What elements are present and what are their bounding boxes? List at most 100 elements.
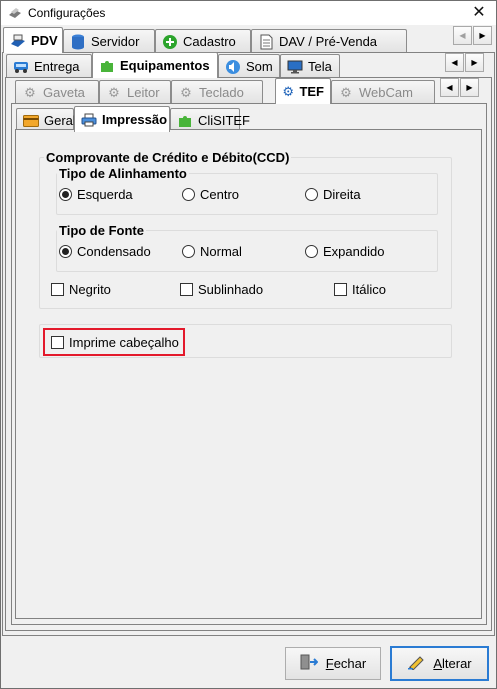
fechar-button[interactable]: Fechar bbox=[285, 647, 381, 680]
checkbox-negrito[interactable]: Negrito bbox=[51, 282, 111, 297]
equip-tab-row: ⚙ Gaveta ⚙ Leitor ⚙ Teclado ⚙ TEF ⚙ WebC… bbox=[15, 78, 435, 104]
tab-label: Impressão bbox=[102, 112, 168, 127]
pdv-tab-scroll: ◀ ▶ bbox=[445, 53, 484, 72]
scroll-left-icon[interactable]: ◀ bbox=[440, 78, 459, 97]
tab-teclado[interactable]: ⚙ Teclado bbox=[171, 80, 263, 104]
tab-equipamentos[interactable]: Equipamentos bbox=[92, 52, 218, 78]
gear-icon: ⚙ bbox=[340, 84, 352, 100]
tab-cadastro[interactable]: Cadastro bbox=[155, 29, 251, 53]
option-label: Negrito bbox=[69, 282, 111, 297]
font-group-title: Tipo de Fonte bbox=[57, 223, 146, 238]
checkbox[interactable] bbox=[51, 336, 64, 349]
tab-label: TEF bbox=[299, 84, 324, 99]
radio-normal[interactable]: Normal bbox=[182, 244, 242, 259]
tab-label: Entrega bbox=[34, 59, 80, 74]
tab-leitor[interactable]: ⚙ Leitor bbox=[99, 80, 171, 104]
tab-label: Equipamentos bbox=[120, 58, 210, 73]
ccd-group-title: Comprovante de Crédito e Débito(CCD) bbox=[44, 150, 292, 165]
option-label: Esquerda bbox=[77, 187, 133, 202]
checkbox-sublinhado[interactable]: Sublinhado bbox=[180, 282, 263, 297]
tab-label: Leitor bbox=[127, 85, 160, 100]
option-label: Imprime cabeçalho bbox=[69, 335, 179, 350]
monitor-icon bbox=[287, 59, 303, 75]
radio-button-checked[interactable] bbox=[59, 188, 72, 201]
radio-esquerda[interactable]: Esquerda bbox=[59, 187, 133, 202]
radio-centro[interactable]: Centro bbox=[182, 187, 239, 202]
tab-tela[interactable]: Tela bbox=[280, 54, 340, 78]
option-label: Itálico bbox=[352, 282, 386, 297]
option-label: Expandido bbox=[323, 244, 385, 259]
alterar-button[interactable]: Alterar bbox=[390, 646, 489, 681]
title-bar: Configurações ✕ bbox=[1, 1, 496, 25]
checkbox[interactable] bbox=[180, 283, 193, 296]
gear-icon: ⚙ bbox=[282, 83, 295, 99]
option-label: Condensado bbox=[77, 244, 151, 259]
tab-label: Som bbox=[246, 59, 273, 74]
server-icon bbox=[70, 34, 86, 50]
radio-button[interactable] bbox=[182, 188, 195, 201]
exit-door-icon bbox=[300, 654, 319, 673]
checkbox[interactable] bbox=[334, 283, 347, 296]
tab-label: Tela bbox=[308, 59, 332, 74]
radio-direita[interactable]: Direita bbox=[305, 187, 361, 202]
tab-label: Servidor bbox=[91, 34, 140, 49]
puzzle-icon bbox=[99, 58, 115, 74]
tab-webcam[interactable]: ⚙ WebCam bbox=[331, 80, 435, 104]
radio-button[interactable] bbox=[182, 245, 195, 258]
tab-pdv[interactable]: PDV bbox=[3, 27, 63, 53]
checkbox-italico[interactable]: Itálico bbox=[334, 282, 386, 297]
scroll-right-icon[interactable]: ▶ bbox=[473, 26, 492, 45]
tab-impressao[interactable]: Impressão bbox=[74, 106, 170, 132]
pdv-tab-row: Entrega Equipamentos Som Tela bbox=[6, 52, 446, 78]
tab-label: Gaveta bbox=[43, 85, 85, 100]
window-title: Configurações bbox=[28, 6, 106, 20]
tab-label: PDV bbox=[31, 33, 58, 48]
tab-label: CliSITEF bbox=[198, 113, 250, 128]
alignment-group-title: Tipo de Alinhamento bbox=[57, 166, 189, 181]
tab-gaveta[interactable]: ⚙ Gaveta bbox=[15, 80, 99, 104]
tab-label: WebCam bbox=[359, 85, 413, 100]
tab-entrega[interactable]: Entrega bbox=[6, 54, 92, 78]
radio-condensado[interactable]: Condensado bbox=[59, 244, 151, 259]
scroll-right-icon[interactable]: ▶ bbox=[460, 78, 479, 97]
app-icon bbox=[9, 8, 21, 18]
checkbox[interactable] bbox=[51, 283, 64, 296]
tab-label: DAV / Pré-Venda bbox=[279, 34, 378, 49]
tab-tef[interactable]: ⚙ TEF bbox=[275, 78, 331, 104]
radio-button-checked[interactable] bbox=[59, 245, 72, 258]
speaker-icon bbox=[225, 59, 241, 75]
equip-tab-scroll: ◀ ▶ bbox=[440, 78, 479, 97]
radio-button[interactable] bbox=[305, 188, 318, 201]
tab-label: Teclado bbox=[199, 85, 244, 100]
radio-expandido[interactable]: Expandido bbox=[305, 244, 384, 259]
plus-circle-icon bbox=[162, 34, 178, 50]
tab-dav-pre-venda[interactable]: DAV / Pré-Venda bbox=[251, 29, 407, 53]
tab-servidor[interactable]: Servidor bbox=[63, 29, 155, 53]
card-icon bbox=[23, 113, 39, 129]
alterar-label: Alterar bbox=[433, 656, 472, 671]
tab-label: Geral bbox=[44, 113, 76, 128]
radio-button[interactable] bbox=[305, 245, 318, 258]
scroll-left-icon[interactable]: ◀ bbox=[445, 53, 464, 72]
main-tab-scroll: ◀ ▶ bbox=[453, 26, 492, 45]
pencil-icon bbox=[407, 654, 425, 673]
truck-icon bbox=[13, 59, 29, 75]
printer-icon bbox=[81, 112, 97, 128]
option-label: Direita bbox=[323, 187, 361, 202]
close-icon[interactable]: ✕ bbox=[466, 1, 492, 25]
gear-icon: ⚙ bbox=[108, 84, 120, 100]
tab-label: Cadastro bbox=[183, 34, 236, 49]
pdv-icon bbox=[10, 33, 26, 49]
gear-icon: ⚙ bbox=[180, 84, 192, 100]
gear-icon: ⚙ bbox=[24, 84, 36, 100]
checkbox-imprime-cabecalho[interactable]: Imprime cabeçalho bbox=[51, 335, 179, 350]
puzzle-icon bbox=[177, 113, 193, 129]
scroll-right-icon[interactable]: ▶ bbox=[465, 53, 484, 72]
option-label: Centro bbox=[200, 187, 240, 202]
tab-som[interactable]: Som bbox=[218, 54, 280, 78]
fechar-label: Fechar bbox=[325, 656, 367, 671]
document-icon bbox=[258, 34, 274, 50]
configuracoes-window: Configurações ✕ PDV Servidor Cadastro DA… bbox=[0, 0, 497, 689]
scroll-left-icon[interactable]: ◀ bbox=[453, 26, 472, 45]
option-label: Normal bbox=[200, 244, 242, 259]
